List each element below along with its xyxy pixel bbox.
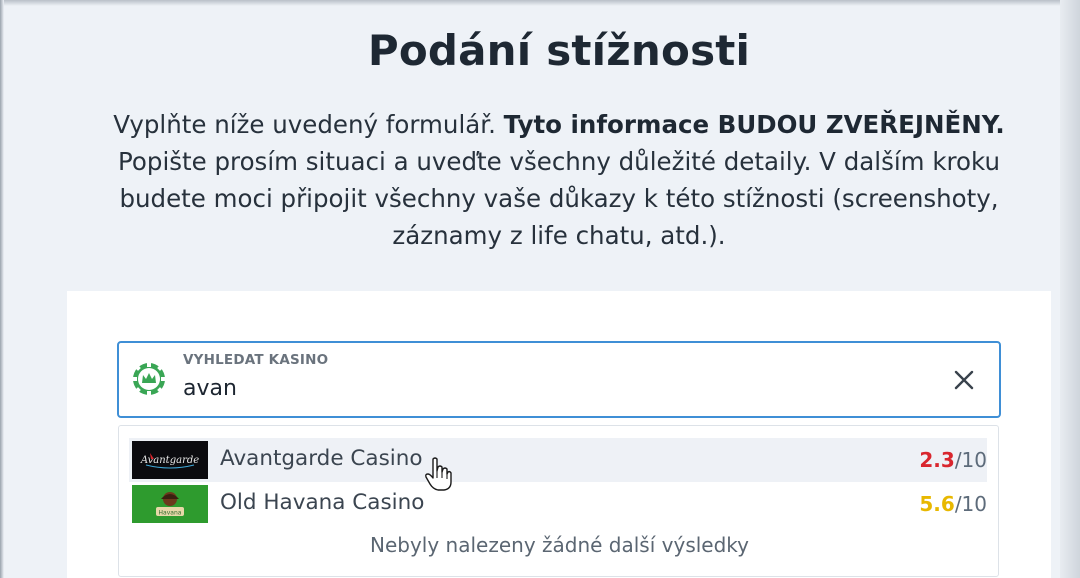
score-value: 5.6 [919,492,955,516]
close-icon[interactable] [951,367,977,393]
casino-chip-icon [132,362,166,396]
search-label: VYHLEDAT KASINO [183,352,329,368]
window-right-edge [1060,0,1080,578]
intro-text: Vyplňte níže uvedený formulář. Tyto info… [100,106,1018,254]
score-value: 2.3 [919,448,955,472]
intro-plain: Vyplňte níže uvedený formulář. [113,110,504,139]
result-score: 2.3/10 [919,448,987,472]
intro-rest: Popište prosím situaci a uveďte všechny … [118,147,1000,250]
score-max: /10 [954,448,987,472]
casino-logo-old-havana: Havana [132,485,208,523]
page-title: Podání stížnosti [367,26,751,75]
window-top-edge [0,0,1080,6]
casino-search-field[interactable]: VYHLEDAT KASINO [117,341,1001,418]
svg-text:Avantgarde: Avantgarde [140,455,199,466]
window-left-edge [0,0,4,578]
svg-text:Havana: Havana [159,510,182,517]
result-score: 5.6/10 [919,492,987,516]
search-results-dropdown: Avantgarde Avantgarde Casino 2.3/10 Hava… [118,425,999,577]
casino-logo-avantgarde: Avantgarde [132,441,208,479]
search-input[interactable] [183,373,883,403]
score-max: /10 [954,492,987,516]
result-item-old-havana[interactable]: Havana Old Havana Casino 5.6/10 [129,482,987,526]
result-item-avantgarde[interactable]: Avantgarde Avantgarde Casino 2.3/10 [129,438,987,482]
result-name: Avantgarde Casino [220,446,423,471]
intro-bold: Tyto informace BUDOU ZVEŘEJNĚNY. [503,110,1005,139]
no-more-results-message: Nebyly nalezeny žádné další výsledky [370,533,749,557]
hand-pointer-icon [425,457,452,491]
result-name: Old Havana Casino [220,490,425,515]
